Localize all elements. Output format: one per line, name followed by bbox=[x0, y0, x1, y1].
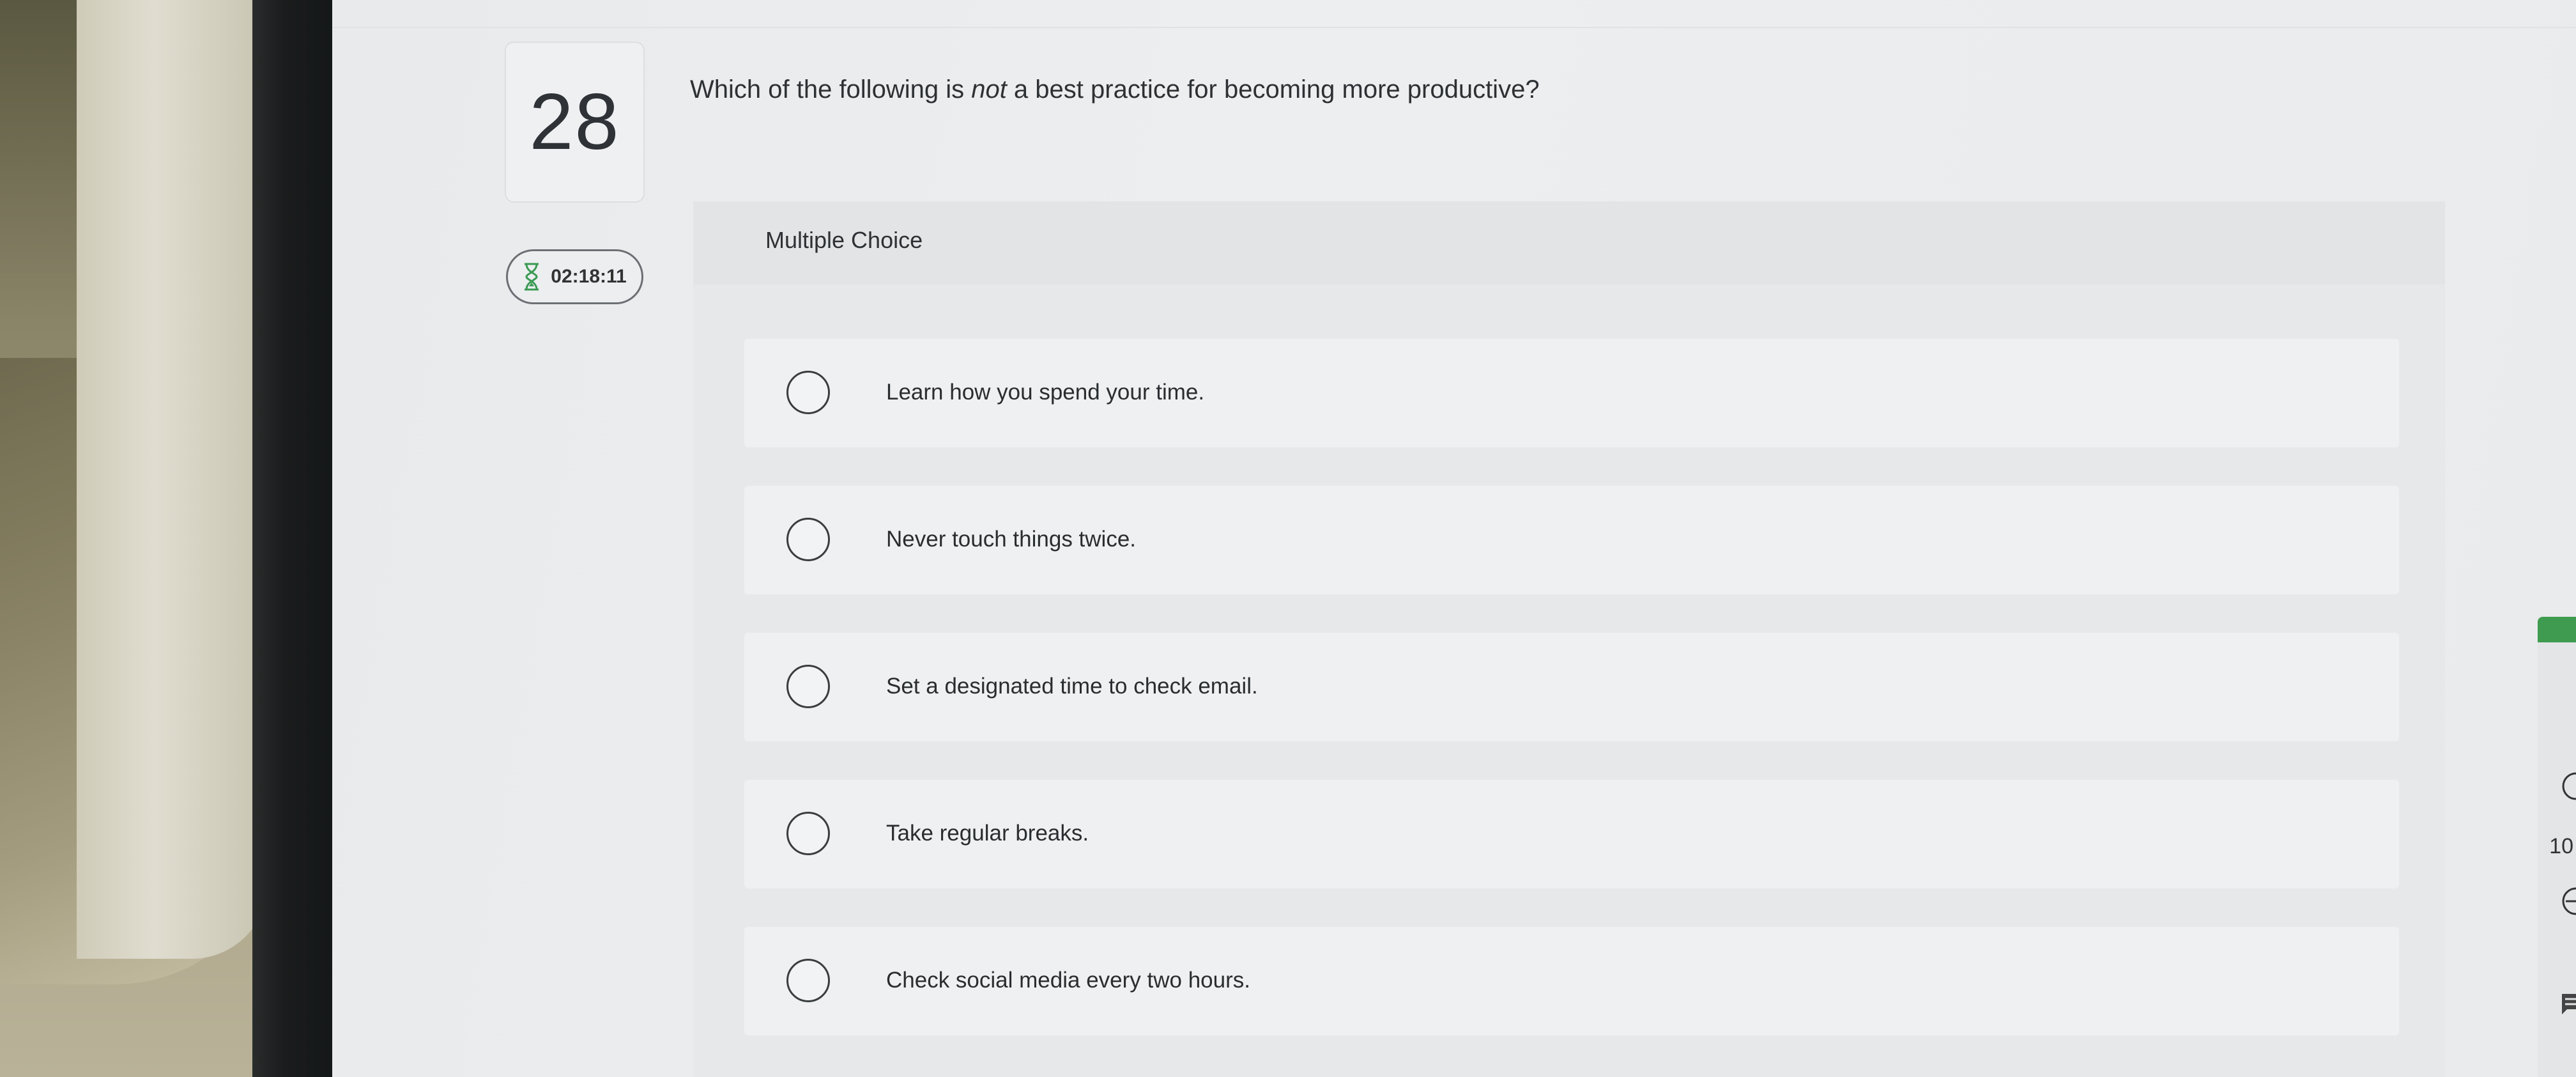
radio-button[interactable] bbox=[786, 665, 830, 708]
answer-option-1[interactable]: Learn how you spend your time. bbox=[744, 339, 2399, 447]
zoom-in-icon[interactable] bbox=[2557, 770, 2576, 802]
zoom-out-icon[interactable] bbox=[2557, 885, 2576, 917]
timer-value: 02:18:11 bbox=[551, 266, 627, 287]
answer-option-4[interactable]: Take regular breaks. bbox=[744, 780, 2399, 888]
radio-button[interactable] bbox=[786, 518, 830, 561]
timer-pill: 02:18:11 bbox=[506, 249, 643, 304]
answer-option-5[interactable]: Check social media every two hours. bbox=[744, 927, 2399, 1035]
answer-panel-header: Multiple Choice bbox=[693, 201, 2445, 284]
radio-button[interactable] bbox=[786, 959, 830, 1002]
toolbar-accent bbox=[2538, 617, 2576, 642]
question-text-start: Which of the following is bbox=[690, 75, 972, 104]
answer-option-label: Take regular breaks. bbox=[886, 821, 1089, 846]
background-fabric-highlight bbox=[77, 0, 268, 959]
radio-button[interactable] bbox=[786, 371, 830, 414]
answer-option-3[interactable]: Set a designated time to check email. bbox=[744, 633, 2399, 741]
answer-panel: Multiple Choice Learn how you spend your… bbox=[693, 201, 2445, 1077]
question-number: 28 bbox=[529, 78, 620, 166]
answer-option-label: Never touch things twice. bbox=[886, 527, 1137, 552]
question-number-box: 28 bbox=[505, 42, 645, 203]
question-text-emphasis: not bbox=[971, 75, 1007, 104]
answer-option-2[interactable]: Never touch things twice. bbox=[744, 486, 2399, 594]
answer-option-label: Check social media every two hours. bbox=[886, 968, 1250, 993]
quiz-screen: 28 02:18:11 Which of the following is no… bbox=[332, 0, 2576, 1077]
hourglass-icon bbox=[525, 263, 539, 291]
question-text-end: a best practice for becoming more produc… bbox=[1006, 75, 1540, 104]
right-toolbar: 10 bbox=[2538, 617, 2576, 1077]
comment-icon[interactable] bbox=[2557, 988, 2576, 1019]
question-text: Which of the following is not a best pra… bbox=[690, 75, 1540, 104]
zoom-level: 10 bbox=[2549, 834, 2573, 858]
answer-option-label: Learn how you spend your time. bbox=[886, 380, 1205, 405]
top-bar-divider bbox=[332, 27, 2576, 28]
radio-button[interactable] bbox=[786, 812, 830, 855]
answer-option-label: Set a designated time to check email. bbox=[886, 674, 1258, 699]
question-type-label: Multiple Choice bbox=[765, 227, 923, 253]
